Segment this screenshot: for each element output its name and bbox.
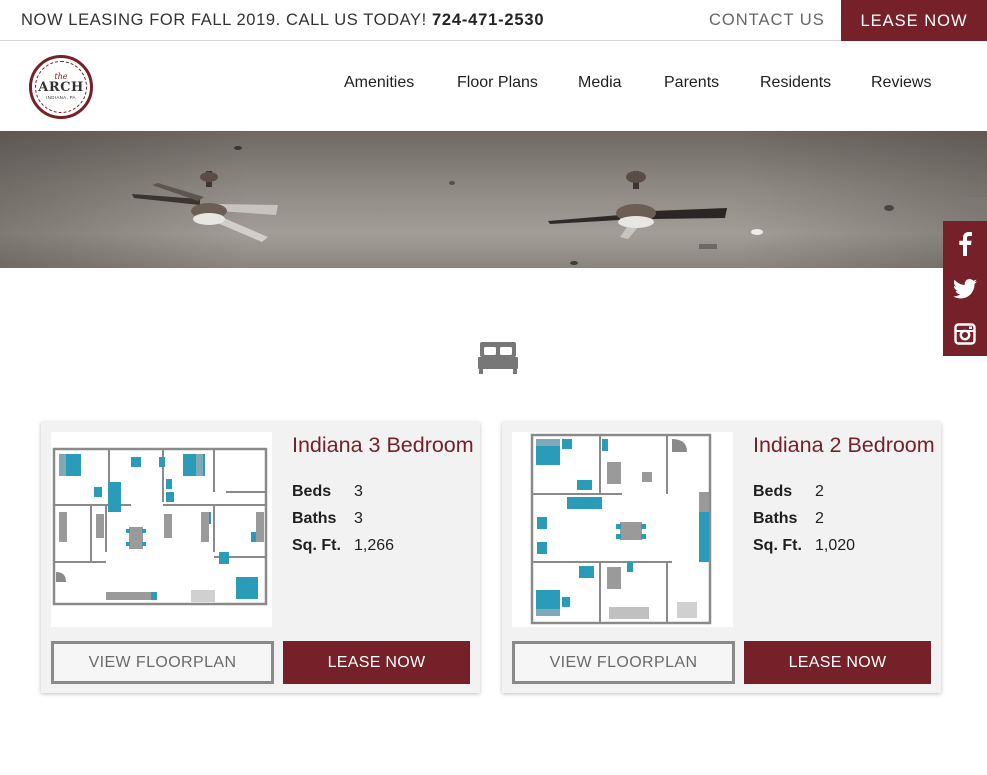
hero-banner-image (0, 131, 987, 268)
contact-us-link[interactable]: CONTACT US (709, 11, 825, 30)
floorplan-image[interactable] (51, 432, 272, 627)
site-header: the ARCH INDIANA, PA Amenities Floor Pla… (0, 41, 987, 131)
floorplan-card-2-bedroom: Indiana 2 Bedroom Beds 2 Baths 2 Sq. Ft.… (502, 422, 941, 693)
arch-logo[interactable]: the ARCH INDIANA, PA (29, 55, 93, 119)
promo-text: NOW LEASING FOR FALL 2019. CALL US TODAY… (21, 11, 427, 29)
social-sidebar (943, 221, 987, 356)
sqft-label: Sq. Ft. (753, 537, 802, 554)
baths-value: 3 (354, 510, 363, 527)
nav-floor-plans[interactable]: Floor Plans (457, 74, 538, 92)
lease-now-button[interactable]: LEASE NOW (744, 641, 931, 684)
nav-amenities[interactable]: Amenities (344, 74, 414, 92)
bed-icon (478, 340, 518, 374)
lease-now-top-button[interactable]: LEASE NOW (841, 0, 987, 42)
nav-parents[interactable]: Parents (664, 74, 719, 92)
sqft-value: 1,266 (354, 537, 395, 554)
baths-label: Baths (753, 510, 798, 527)
floorplan-title: Indiana 2 Bedroom (753, 433, 935, 457)
logo-badge: the ARCH INDIANA, PA (35, 61, 87, 113)
instagram-icon[interactable] (943, 311, 987, 356)
ceiling-fan-left (132, 171, 278, 242)
ceiling-fans-image (132, 146, 987, 265)
nav-reviews[interactable]: Reviews (871, 74, 931, 92)
view-floorplan-button[interactable]: VIEW FLOORPLAN (512, 641, 735, 684)
facebook-icon[interactable] (943, 221, 987, 266)
logo-location: INDIANA, PA (46, 95, 76, 100)
floorplan-card-3-bedroom: Indiana 3 Bedroom Beds 3 Baths 3 Sq. Ft.… (41, 422, 480, 693)
sqft-value: 1,020 (815, 537, 856, 554)
twitter-icon[interactable] (943, 266, 987, 311)
baths-label: Baths (292, 510, 337, 527)
view-floorplan-button[interactable]: VIEW FLOORPLAN (51, 641, 274, 684)
beds-value: 3 (354, 483, 363, 500)
beds-value: 2 (815, 483, 824, 500)
beds-label: Beds (753, 483, 793, 500)
top-bar: NOW LEASING FOR FALL 2019. CALL US TODAY… (0, 0, 987, 42)
logo-name: ARCH (38, 80, 84, 95)
floorplan-image[interactable] (512, 432, 733, 627)
leasing-promo: NOW LEASING FOR FALL 2019. CALL US TODAY… (21, 11, 544, 30)
ceiling-fan-right (548, 171, 727, 239)
phone-number-link[interactable]: 724-471-2530 (432, 11, 544, 29)
sqft-label: Sq. Ft. (292, 537, 341, 554)
nav-media[interactable]: Media (578, 74, 622, 92)
nav-residents[interactable]: Residents (760, 74, 831, 92)
lease-now-button[interactable]: LEASE NOW (283, 641, 470, 684)
floorplan-title: Indiana 3 Bedroom (292, 433, 474, 457)
beds-label: Beds (292, 483, 332, 500)
baths-value: 2 (815, 510, 824, 527)
